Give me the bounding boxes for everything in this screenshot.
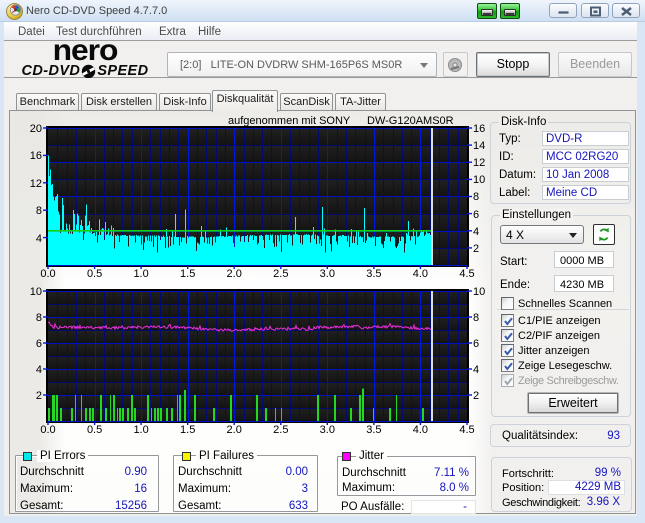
- svg-text:8: 8: [473, 312, 479, 324]
- svg-text:8: 8: [36, 312, 42, 324]
- svg-text:4: 4: [473, 226, 479, 238]
- svg-text:16: 16: [473, 123, 485, 135]
- svg-text:2: 2: [473, 243, 479, 255]
- svg-text:4.0: 4.0: [413, 268, 428, 280]
- svg-text:4: 4: [473, 364, 479, 376]
- svg-text:2.0: 2.0: [227, 268, 242, 280]
- svg-text:6: 6: [473, 338, 479, 350]
- svg-text:6: 6: [36, 338, 42, 350]
- svg-text:1.0: 1.0: [133, 268, 148, 280]
- svg-text:3.0: 3.0: [320, 268, 335, 280]
- svg-text:2: 2: [36, 390, 42, 402]
- svg-text:10: 10: [473, 286, 485, 298]
- svg-text:3.5: 3.5: [366, 268, 381, 280]
- svg-text:8: 8: [473, 191, 479, 203]
- svg-text:20: 20: [30, 123, 42, 135]
- svg-text:14: 14: [473, 140, 485, 152]
- svg-text:6: 6: [473, 209, 479, 221]
- svg-text:10: 10: [473, 174, 485, 186]
- svg-text:4: 4: [36, 233, 42, 245]
- svg-text:10: 10: [30, 286, 42, 298]
- svg-text:12: 12: [30, 178, 42, 190]
- svg-text:aufgenommen mit SONY: aufgenommen mit SONY: [228, 115, 351, 127]
- svg-text:8: 8: [36, 205, 42, 217]
- svg-text:12: 12: [473, 157, 485, 169]
- svg-text:DW-G120AMS0R: DW-G120AMS0R: [367, 115, 454, 127]
- svg-text:0.0: 0.0: [40, 268, 55, 280]
- svg-text:1.5: 1.5: [180, 268, 195, 280]
- svg-text:2: 2: [473, 390, 479, 402]
- svg-text:4.5: 4.5: [459, 268, 474, 280]
- svg-text:2.5: 2.5: [273, 268, 288, 280]
- svg-text:4: 4: [36, 364, 42, 376]
- svg-text:16: 16: [30, 150, 42, 162]
- svg-text:0.5: 0.5: [87, 268, 102, 280]
